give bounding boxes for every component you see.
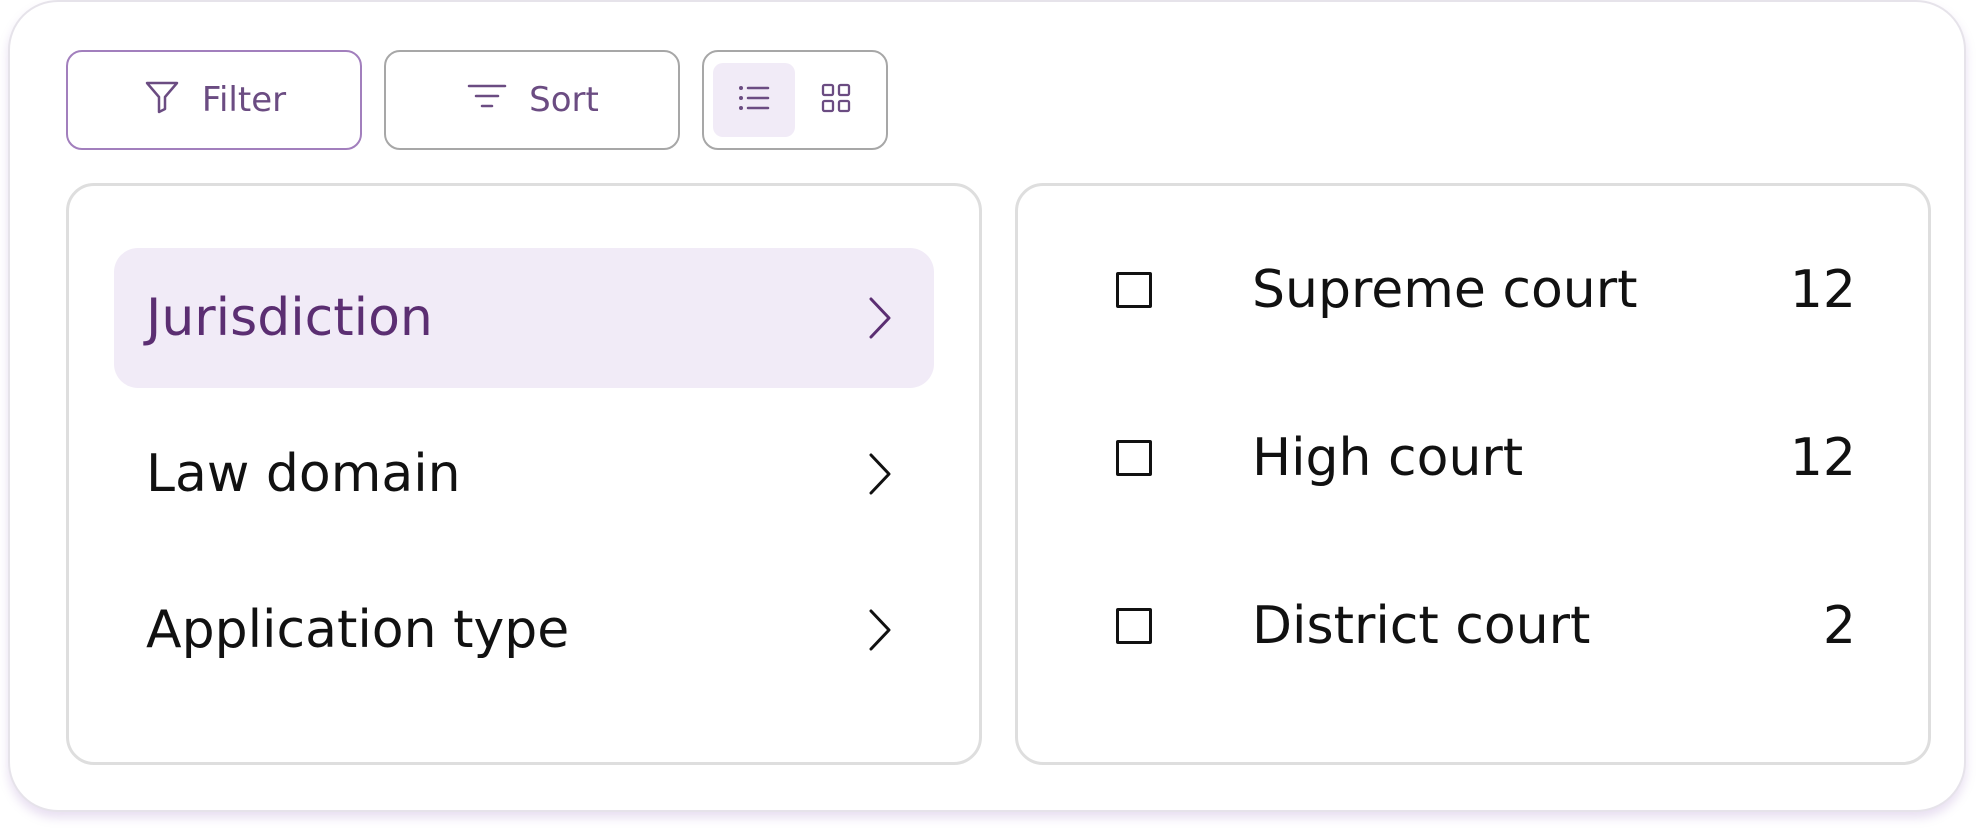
chevron-right-icon (869, 453, 891, 495)
option-count: 12 (1789, 428, 1856, 488)
option-label: District court (1252, 596, 1591, 656)
category-label: Jurisdiction (146, 288, 433, 348)
filter-button-label: Filter (201, 80, 287, 120)
chevron-right-icon (869, 609, 891, 651)
category-label: Application type (146, 600, 570, 660)
option-row-supreme-court[interactable]: Supreme court 12 (1116, 245, 1856, 335)
chevron-right-icon (869, 297, 891, 339)
filter-card: Filter Sort Jurisdiction Law domain Appl… (8, 0, 1966, 812)
checkbox[interactable] (1116, 608, 1152, 644)
category-label: Law domain (146, 444, 461, 504)
filter-button[interactable]: Filter (66, 50, 362, 150)
option-count: 12 (1789, 260, 1856, 320)
sort-icon (465, 79, 509, 122)
checkbox[interactable] (1116, 272, 1152, 308)
filter-icon (142, 76, 182, 125)
list-icon (737, 83, 771, 117)
option-count: 2 (1822, 596, 1856, 656)
option-label: Supreme court (1252, 260, 1638, 320)
view-toggle (702, 50, 888, 150)
grid-icon (821, 83, 851, 117)
option-row-district-court[interactable]: District court 2 (1116, 581, 1856, 671)
options-panel: Supreme court 12 High court 12 District … (1015, 183, 1931, 765)
list-view-button[interactable] (713, 63, 795, 137)
category-item-law-domain[interactable]: Law domain (114, 404, 934, 544)
checkbox[interactable] (1116, 440, 1152, 476)
sort-button-label: Sort (529, 80, 599, 120)
category-item-application-type[interactable]: Application type (114, 560, 934, 700)
category-item-jurisdiction[interactable]: Jurisdiction (114, 248, 934, 388)
sort-button[interactable]: Sort (384, 50, 680, 150)
grid-view-button[interactable] (795, 63, 877, 137)
option-row-high-court[interactable]: High court 12 (1116, 413, 1856, 503)
category-panel: Jurisdiction Law domain Application type (66, 183, 982, 765)
option-label: High court (1252, 428, 1524, 488)
